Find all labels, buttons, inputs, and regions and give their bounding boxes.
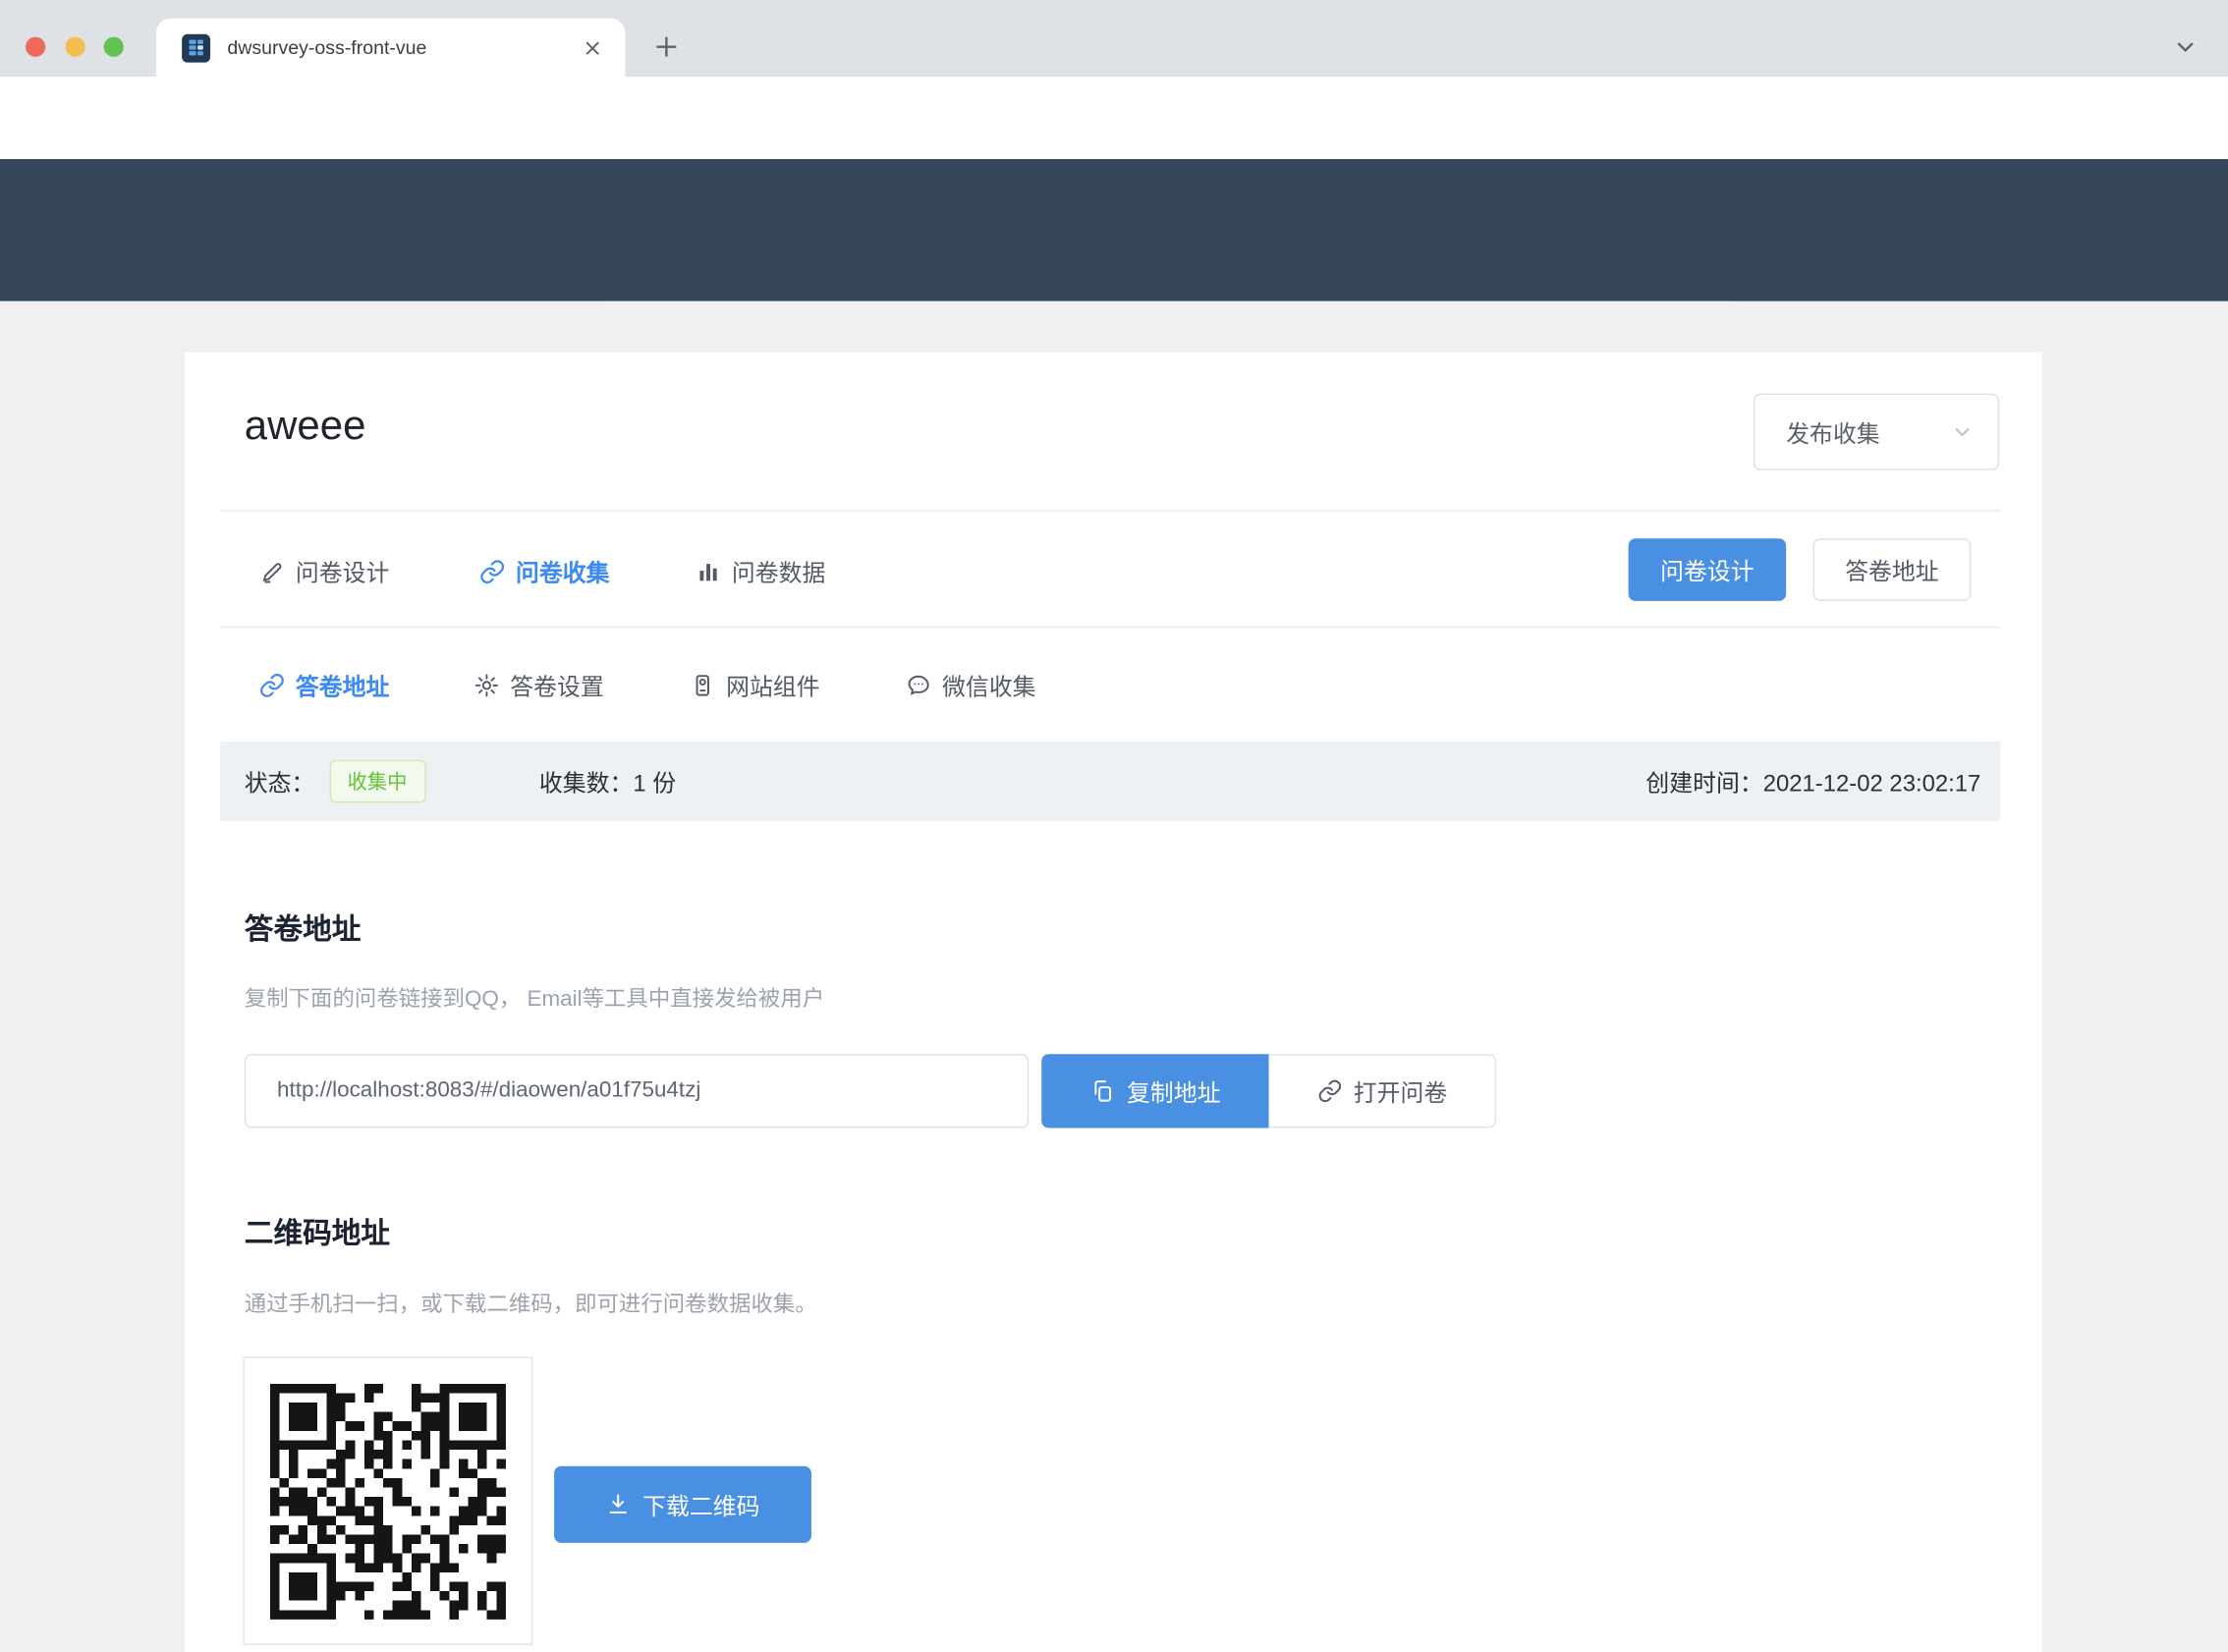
- open-survey-label: 打开问卷: [1354, 1074, 1447, 1109]
- new-tab-button[interactable]: [650, 31, 682, 63]
- answer-url-desc: 复制下面的问卷链接到QQ， Email等工具中直接发给被用户: [245, 981, 824, 1013]
- pencil-icon: [258, 558, 285, 584]
- link-icon: [1316, 1078, 1342, 1104]
- maximize-window-button[interactable]: [104, 37, 124, 57]
- tab-close-icon[interactable]: [580, 34, 605, 60]
- site-favicon: [182, 33, 210, 62]
- publish-select-value: 发布收集: [1786, 414, 1949, 449]
- status-bar: 状态： 收集中 收集数：1 份 创建时间：2021-12-02 23:02:17: [220, 742, 2000, 821]
- download-icon: [606, 1492, 632, 1517]
- subtab-label: 网站组件: [726, 668, 819, 702]
- tab-survey-design[interactable]: 问卷设计: [258, 554, 389, 588]
- subtab-label: 微信收集: [942, 668, 1035, 702]
- tab-search-chevron-icon[interactable]: [2171, 32, 2200, 61]
- browser-tab-strip: dwsurvey-oss-front-vue: [0, 0, 2228, 77]
- answer-url-heading: 答卷地址: [245, 905, 362, 947]
- survey-url-input[interactable]: http://localhost:8083/#/diaowen/a01f75u4…: [245, 1054, 1029, 1128]
- tab-survey-collect[interactable]: 问卷收集: [478, 554, 609, 588]
- download-qr-label: 下载二维码: [642, 1487, 759, 1521]
- gear-icon: [473, 671, 500, 697]
- bar-chart-icon: [695, 558, 721, 584]
- qr-desc: 通过手机扫一扫，或下载二维码，即可进行问卷数据收集。: [245, 1287, 817, 1318]
- tab-survey-data[interactable]: 问卷数据: [695, 554, 825, 588]
- qr-code-image: [270, 1384, 506, 1620]
- chevron-down-icon: [1950, 419, 1976, 445]
- subtab-answer-url[interactable]: 答卷地址: [258, 668, 389, 702]
- close-window-button[interactable]: [26, 37, 45, 57]
- link-icon: [258, 671, 285, 697]
- qr-heading: 二维码地址: [245, 1209, 390, 1251]
- chat-bubble-icon: [905, 671, 931, 697]
- tab-label: 问卷设计: [296, 554, 389, 588]
- browser-toolbar: localhost:8083/#/dw/survey/c/url/c98fa14…: [0, 77, 2228, 159]
- app-navbar: DIAOWEN 调问 OSS 我的问卷 个人中心 用户管理 service@di…: [0, 159, 2228, 302]
- publish-collect-select[interactable]: 发布收集: [1754, 394, 1999, 470]
- divider: [220, 510, 2000, 511]
- status-badge: 收集中: [329, 760, 425, 802]
- status-label: 状态：: [245, 764, 315, 798]
- subtab-site-widget[interactable]: 网站组件: [690, 668, 820, 702]
- download-qr-button[interactable]: 下载二维码: [554, 1466, 811, 1543]
- subtab-label: 答卷地址: [296, 668, 389, 702]
- subtab-answer-settings[interactable]: 答卷设置: [473, 668, 604, 702]
- divider: [220, 627, 2000, 628]
- browser-window: dwsurvey-oss-front-vue localhost:8083/#/…: [0, 0, 2228, 1652]
- created-time: 创建时间：2021-12-02 23:02:17: [1645, 764, 1980, 798]
- open-survey-button[interactable]: 打开问卷: [1269, 1054, 1496, 1128]
- copy-icon: [1089, 1078, 1115, 1104]
- survey-title: aweee: [245, 404, 366, 451]
- answer-url-button[interactable]: 答卷地址: [1813, 538, 1972, 601]
- subtab-label: 答卷设置: [510, 668, 603, 702]
- survey-design-button[interactable]: 问卷设计: [1629, 538, 1787, 601]
- minimize-window-button[interactable]: [66, 37, 85, 57]
- browser-tab[interactable]: dwsurvey-oss-front-vue: [156, 19, 625, 77]
- link-icon: [478, 558, 505, 584]
- qr-code: [243, 1356, 532, 1645]
- subtab-wechat-collect[interactable]: 微信收集: [905, 668, 1035, 702]
- tab-title: dwsurvey-oss-front-vue: [227, 37, 580, 59]
- copy-url-label: 复制地址: [1127, 1074, 1220, 1109]
- copy-url-button[interactable]: 复制地址: [1041, 1054, 1268, 1128]
- collect-count: 收集数：1 份: [539, 764, 676, 798]
- tab-label: 问卷收集: [516, 554, 609, 588]
- widget-badge-icon: [690, 671, 716, 697]
- survey-url-value: http://localhost:8083/#/diaowen/a01f75u4…: [277, 1078, 700, 1104]
- tab-label: 问卷数据: [732, 554, 825, 588]
